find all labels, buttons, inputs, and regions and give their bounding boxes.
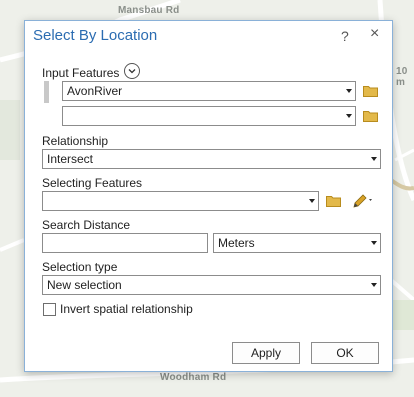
selecting-features-combo[interactable] (42, 191, 319, 211)
relationship-value: Intersect (47, 152, 94, 166)
map-label-scale: 10 m (396, 66, 408, 88)
search-distance-label: Search Distance (42, 218, 131, 232)
distance-unit-dropdown[interactable]: Meters (213, 233, 381, 253)
dropdown-arrow-icon (371, 157, 377, 161)
dropdown-arrow-icon (346, 114, 352, 118)
distance-unit-value: Meters (218, 236, 255, 250)
dropdown-arrow-icon (371, 241, 377, 245)
ok-button[interactable]: OK (311, 342, 379, 364)
selection-type-value: New selection (47, 278, 122, 292)
selection-type-dropdown[interactable]: New selection (42, 275, 381, 295)
help-button[interactable]: ? (341, 27, 349, 45)
dropdown-arrow-icon (346, 89, 352, 93)
relationship-label: Relationship (42, 134, 109, 148)
browse-folder-icon[interactable] (326, 195, 342, 207)
invert-label: Invert spatial relationship (60, 302, 193, 316)
apply-button[interactable]: Apply (232, 342, 300, 364)
select-by-location-dialog: Select By Location ? × Input Features Av… (24, 20, 393, 372)
input-features-combo-2[interactable] (62, 106, 356, 126)
input-features-label: Input Features (42, 66, 120, 80)
dropdown-arrow-icon (309, 199, 315, 203)
pencil-icon[interactable] (352, 193, 376, 212)
input-features-value-1: AvonRiver (67, 84, 123, 98)
invert-checkbox[interactable] (43, 303, 56, 316)
dialog-title: Select By Location (33, 27, 158, 44)
expand-chevron-icon[interactable] (124, 63, 140, 79)
selecting-features-label: Selecting Features (42, 176, 143, 190)
map-label-road: Woodham Rd (160, 372, 227, 383)
map-label-road: Mansbau Rd (118, 5, 180, 16)
search-distance-input[interactable] (42, 233, 208, 253)
browse-folder-icon[interactable] (363, 110, 379, 122)
close-button[interactable]: × (370, 25, 379, 43)
input-features-combo-1[interactable]: AvonRiver (62, 81, 356, 101)
row-drag-handle[interactable] (44, 81, 49, 103)
selection-type-label: Selection type (42, 260, 118, 274)
relationship-dropdown[interactable]: Intersect (42, 149, 381, 169)
browse-folder-icon[interactable] (363, 85, 379, 97)
dropdown-arrow-icon (371, 283, 377, 287)
